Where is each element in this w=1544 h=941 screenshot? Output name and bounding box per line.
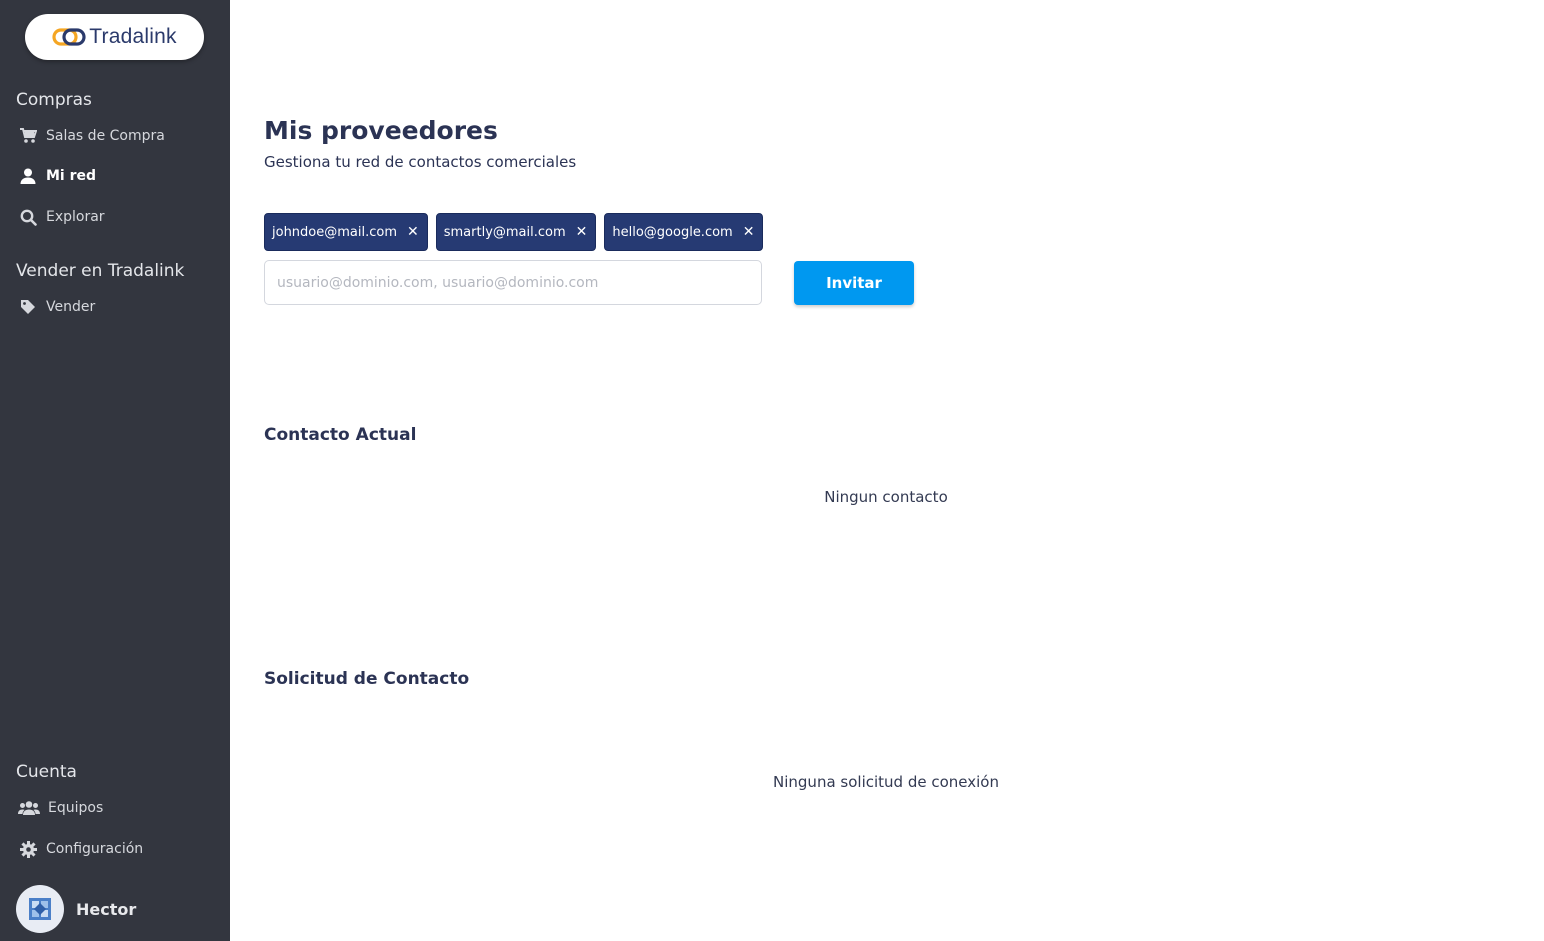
section-title-cuenta: Cuenta xyxy=(16,762,77,782)
close-icon[interactable]: ✕ xyxy=(743,224,755,240)
email-chip-label: johndoe@mail.com xyxy=(272,224,397,240)
page-subtitle: Gestiona tu red de contactos comerciales xyxy=(264,153,577,171)
sidebar-item-mi-red[interactable]: Mi red xyxy=(18,165,96,187)
sidebar-item-equipos[interactable]: Equipos xyxy=(18,797,103,819)
email-chip-list: johndoe@mail.com ✕ smartly@mail.com ✕ he… xyxy=(264,213,771,251)
invite-email-input[interactable] xyxy=(264,260,762,305)
tradalink-logo[interactable]: Tradalink xyxy=(25,14,204,60)
current-contacts-empty: Ningun contacto xyxy=(824,488,948,506)
invite-button[interactable]: Invitar xyxy=(794,261,914,305)
avatar xyxy=(16,885,64,933)
sidebar-item-label: Vender xyxy=(46,299,96,315)
contact-requests-title: Solicitud de Contacto xyxy=(264,669,470,689)
sidebar-item-vender[interactable]: Vender xyxy=(18,296,95,318)
user-profile[interactable]: Hector xyxy=(16,885,137,933)
sidebar: Tradalink Compras Salas de Compra Mi red… xyxy=(0,0,230,941)
contact-requests-empty: Ninguna solicitud de conexión xyxy=(773,773,999,791)
sidebar-item-configuracion[interactable]: Configuración xyxy=(18,838,143,860)
email-chip: johndoe@mail.com ✕ xyxy=(264,213,428,251)
user-icon xyxy=(18,167,38,185)
email-chip: smartly@mail.com ✕ xyxy=(435,213,597,251)
sidebar-item-label: Salas de Compra xyxy=(46,128,165,144)
sidebar-item-label: Equipos xyxy=(48,800,104,816)
tag-icon xyxy=(18,298,38,316)
email-chip-label: hello@google.com xyxy=(612,224,733,240)
current-contacts-title: Contacto Actual xyxy=(264,425,417,445)
sidebar-item-label: Explorar xyxy=(46,209,105,225)
sidebar-item-explorar[interactable]: Explorar xyxy=(18,206,105,228)
cart-icon xyxy=(18,127,38,145)
sidebar-item-label: Configuración xyxy=(46,841,144,857)
sidebar-item-salas-de-compra[interactable]: Salas de Compra xyxy=(18,125,165,147)
logo-text: Tradalink xyxy=(89,25,177,48)
gear-icon xyxy=(18,840,38,858)
email-chip: hello@google.com ✕ xyxy=(604,213,764,251)
users-icon xyxy=(18,799,40,817)
section-title-compras: Compras xyxy=(16,90,92,110)
user-name: Hector xyxy=(76,899,137,919)
close-icon[interactable]: ✕ xyxy=(407,224,419,240)
section-title-vender: Vender en Tradalink xyxy=(16,261,185,281)
close-icon[interactable]: ✕ xyxy=(576,224,588,240)
search-icon xyxy=(18,208,38,226)
tradalink-logo-icon xyxy=(52,27,86,47)
page-title: Mis proveedores xyxy=(264,116,498,145)
sidebar-item-label: Mi red xyxy=(46,168,97,184)
email-chip-label: smartly@mail.com xyxy=(443,224,566,240)
